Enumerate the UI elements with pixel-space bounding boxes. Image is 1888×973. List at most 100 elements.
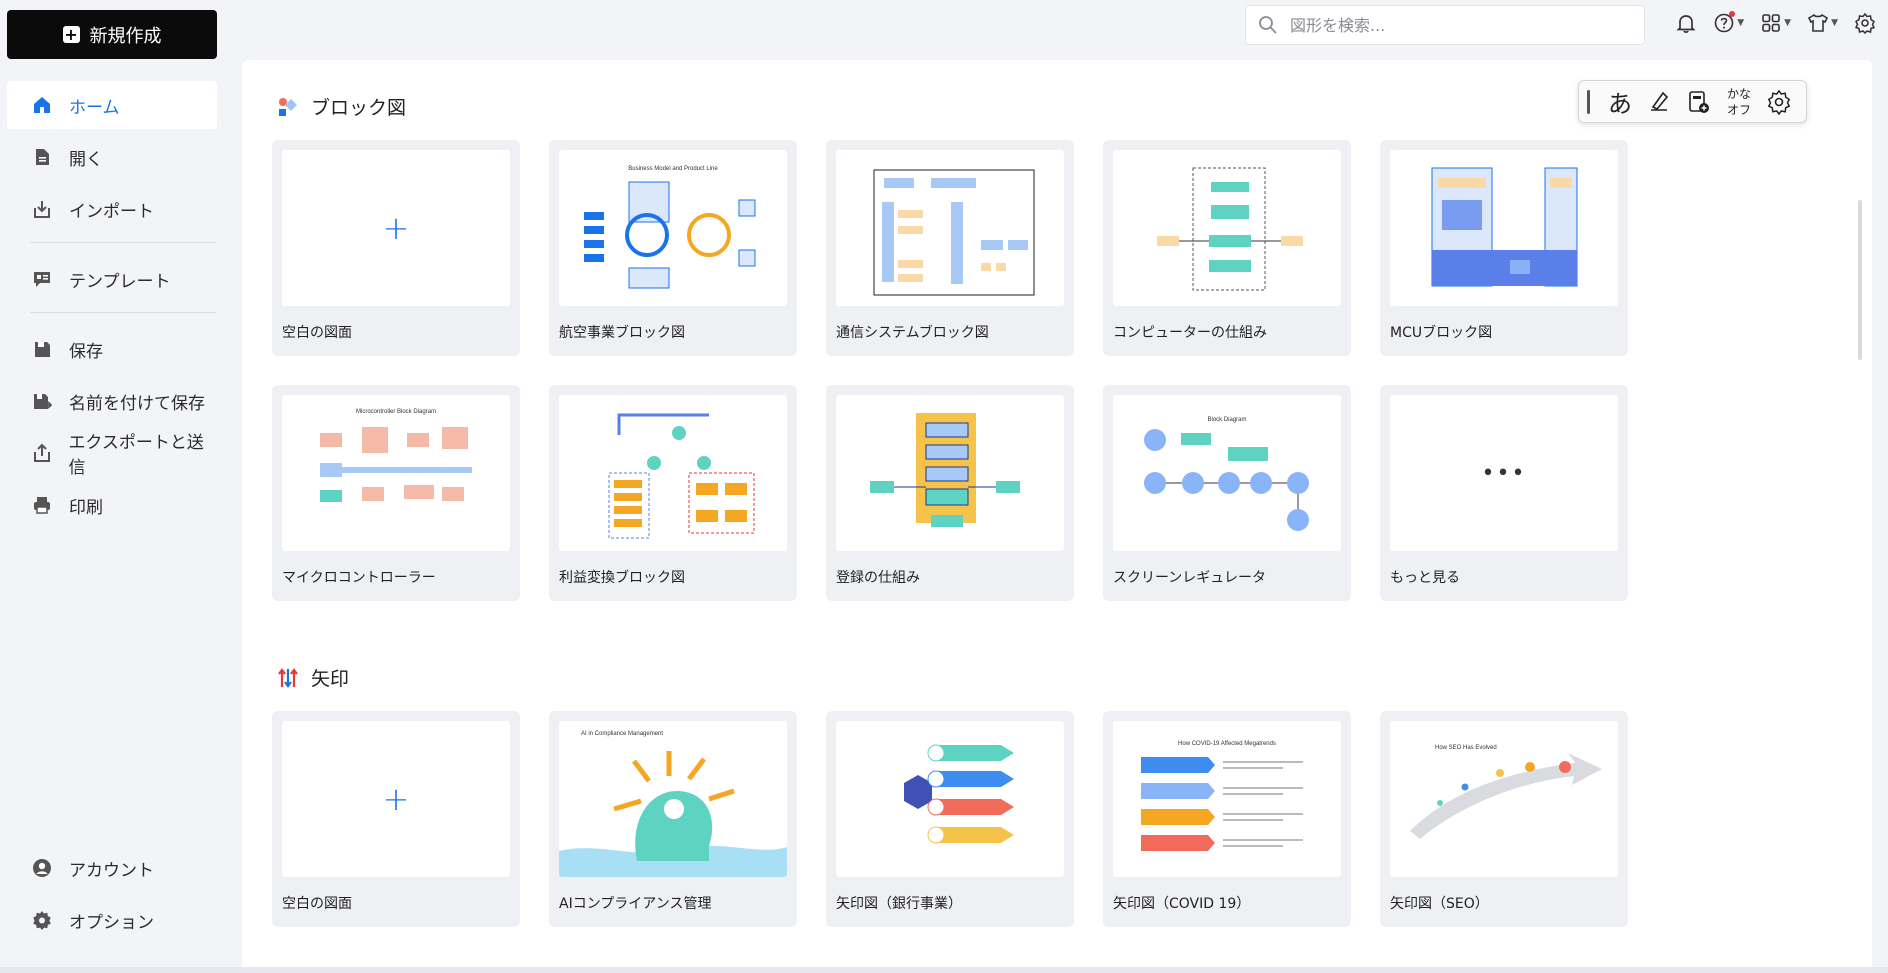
card-thumbnail: ••• xyxy=(1390,395,1618,551)
import-icon xyxy=(31,198,53,220)
card-label: 矢印図（COVID 19） xyxy=(1113,896,1251,912)
card-thumbnail: Block Diagram xyxy=(1113,395,1341,551)
sidebar-item-import[interactable]: インポート xyxy=(7,185,217,233)
sidebar-item-save-as[interactable]: 名前を付けて保存 xyxy=(7,377,217,425)
notification-button[interactable] xyxy=(1675,12,1697,34)
account-icon xyxy=(31,857,53,879)
shirt-icon xyxy=(1808,13,1829,32)
template-card[interactable]: + 空白の図面 xyxy=(272,711,520,927)
thumbnail-title: How SEO Has Evolved xyxy=(1435,745,1497,751)
gear-icon[interactable] xyxy=(1764,87,1794,117)
more-card[interactable]: ••• もっと見る xyxy=(1380,385,1628,601)
divider xyxy=(30,312,216,313)
print-icon xyxy=(31,494,53,516)
template-card[interactable]: How SEO Has Evolved 矢印図（SEO） xyxy=(1380,711,1628,927)
help-button[interactable]: ▼ xyxy=(1713,11,1745,34)
card-thumbnail xyxy=(836,721,1064,877)
template-card[interactable]: Microcontroller Block Diagram マイクロコントローラ… xyxy=(272,385,520,601)
divider xyxy=(30,242,216,243)
card-label: 利益変換ブロック図 xyxy=(559,570,685,586)
sidebar-item-label: アカウント xyxy=(69,860,154,881)
chevron-down-icon: ▼ xyxy=(1737,18,1745,28)
card-thumbnail: How SEO Has Evolved xyxy=(1390,721,1618,877)
card-label: 航空事業ブロック図 xyxy=(559,325,685,341)
new-button[interactable]: + 新規作成 xyxy=(7,10,217,59)
search-input[interactable] xyxy=(1290,15,1620,35)
card-label: もっと見る xyxy=(1390,570,1460,586)
card-thumbnail xyxy=(1113,150,1341,306)
sidebar-item-label: 開く xyxy=(69,149,103,170)
drag-handle[interactable] xyxy=(1587,89,1590,114)
section-title-text: ブロック図 xyxy=(311,97,407,119)
chevron-down-icon: ▼ xyxy=(1831,18,1838,28)
apps-grid-icon xyxy=(1762,14,1780,32)
gear-icon xyxy=(31,909,53,931)
search-icon xyxy=(1259,16,1277,34)
gear-icon xyxy=(1854,12,1876,34)
handwriting-icon[interactable] xyxy=(1644,87,1674,117)
theme-button[interactable]: ▼ xyxy=(1807,12,1838,34)
card-label: 矢印図（SEO） xyxy=(1390,896,1489,912)
save-icon xyxy=(31,338,53,360)
sidebar-item-save[interactable]: 保存 xyxy=(7,325,217,373)
block-diagram-icon xyxy=(279,97,297,116)
template-card[interactable]: 利益変換ブロック図 xyxy=(549,385,797,601)
card-label: 矢印図（銀行事業） xyxy=(836,896,962,912)
settings-button[interactable] xyxy=(1854,12,1876,34)
thumbnail-title: How COVID-19 Affected Megatrends xyxy=(1178,741,1276,747)
new-button-label: 新規作成 xyxy=(89,25,162,47)
thumbnail-title: Microcontroller Block Diagram xyxy=(356,409,436,415)
plus-icon: + xyxy=(62,25,80,44)
sidebar-item-home[interactable]: ホーム xyxy=(7,81,217,129)
card-label: 通信システムブロック図 xyxy=(836,325,989,341)
ime-mode-button[interactable]: あ xyxy=(1606,84,1634,119)
kana-off-label: オフ xyxy=(1726,102,1751,117)
card-thumbnail: Business Model and Product Line xyxy=(559,150,787,306)
template-card[interactable]: + 空白の図面 xyxy=(272,140,520,356)
section-title-block-diagram: ブロック図 xyxy=(277,93,406,120)
kana-off-toggle[interactable]: かな オフ xyxy=(1724,86,1754,118)
section-title-text: 矢印 xyxy=(311,668,350,690)
dictionary-add-icon[interactable] xyxy=(1684,87,1714,117)
sidebar-item-label: オプション xyxy=(69,912,154,933)
bottom-strip xyxy=(0,967,1888,973)
search-box[interactable] xyxy=(1245,5,1645,45)
card-label: マイクロコントローラー xyxy=(282,570,436,586)
sidebar-item-account[interactable]: アカウント xyxy=(7,844,217,892)
plus-icon: + xyxy=(382,780,410,818)
card-thumbnail xyxy=(836,150,1064,306)
sidebar: + 新規作成 ホーム 開く インポート テンプレート 保存 名前を付けて保存 エ… xyxy=(0,0,228,973)
card-label: AIコンプライアンス管理 xyxy=(559,896,712,912)
sidebar-item-print[interactable]: 印刷 xyxy=(7,481,217,529)
scrollbar[interactable] xyxy=(1858,200,1862,360)
template-card[interactable]: How COVID-19 Affected Megatrends 矢印図（COV… xyxy=(1103,711,1351,927)
template-card[interactable]: Block Diagram スクリーンレギュレータ xyxy=(1103,385,1351,601)
section-title-arrows: 矢印 xyxy=(277,664,349,691)
sidebar-item-label: 保存 xyxy=(69,341,103,362)
main-content: ブロック図 + 空白の図面 Business Model and Product… xyxy=(242,60,1872,973)
card-label: 登録の仕組み xyxy=(836,570,920,586)
template-card[interactable]: MCUブロック図 xyxy=(1380,140,1628,356)
template-card[interactable]: コンピューターの仕組み xyxy=(1103,140,1351,356)
apps-button[interactable]: ▼ xyxy=(1760,12,1791,34)
card-label: 空白の図面 xyxy=(282,896,352,912)
card-thumbnail xyxy=(1390,150,1618,306)
sidebar-item-label: エクスポートと送信 xyxy=(68,433,204,478)
plus-icon: + xyxy=(382,209,410,247)
sidebar-item-label: テンプレート xyxy=(69,271,171,292)
template-card[interactable]: Business Model and Product Line 航空事業ブロック… xyxy=(549,140,797,356)
sidebar-item-label: ホーム xyxy=(69,97,120,118)
template-card[interactable]: 登録の仕組み xyxy=(826,385,1074,601)
ime-toolbar: あ かな オフ xyxy=(1578,80,1807,123)
template-card[interactable]: 矢印図（銀行事業） xyxy=(826,711,1074,927)
sidebar-item-options[interactable]: オプション xyxy=(7,896,217,944)
template-card[interactable]: AI in Compliance Management AIコンプライアンス管理 xyxy=(549,711,797,927)
card-label: 空白の図面 xyxy=(282,325,352,341)
sidebar-item-open[interactable]: 開く xyxy=(7,133,217,181)
card-label: MCUブロック図 xyxy=(1390,325,1493,341)
kana-off-label: かな xyxy=(1726,86,1751,101)
sidebar-item-export[interactable]: エクスポートと送信 xyxy=(7,429,217,478)
sidebar-item-label: 名前を付けて保存 xyxy=(69,393,205,414)
template-card[interactable]: 通信システムブロック図 xyxy=(826,140,1074,356)
sidebar-item-template[interactable]: テンプレート xyxy=(7,255,217,303)
